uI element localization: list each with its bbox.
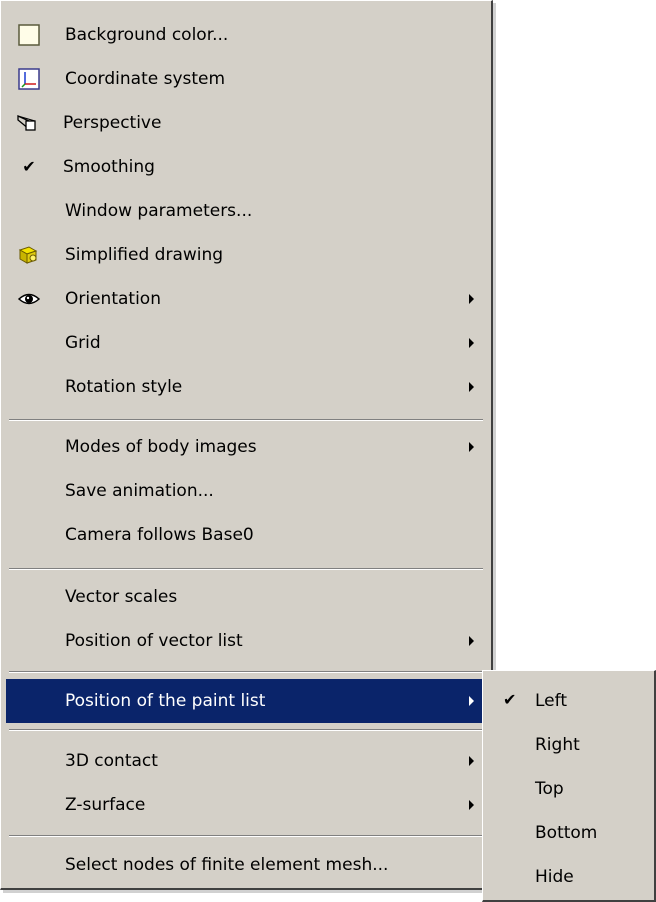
menu-item-label: Select nodes of finite element mesh... [65,855,389,875]
menu-item-vector-scales[interactable]: Vector scales [6,579,486,615]
submenu-arrow-icon [469,636,474,646]
submenu-item-label: Left [535,691,567,711]
menu-item-rotation-style[interactable]: Rotation style [6,369,486,405]
menu-item-label: Window parameters... [65,201,253,221]
submenu-arrow-icon [469,442,474,452]
menu-item-label: Rotation style [65,377,183,397]
menu-item-label: Perspective [63,113,162,133]
menu-item-perspective[interactable]: Perspective [6,105,486,141]
menu-item-position-of-vector-list[interactable]: Position of vector list [6,623,486,659]
menu-separator [9,729,483,731]
menu-item-position-of-the-paint-list[interactable]: Position of the paint list [6,679,486,723]
menu-item-background-color[interactable]: Background color... [6,17,486,53]
menu-item-save-animation[interactable]: Save animation... [6,473,486,509]
menu-item-label: Save animation... [65,481,214,501]
submenu-arrow-icon [469,800,474,810]
menu-item-label: Background color... [65,25,229,45]
menu-item-label: Position of vector list [65,631,243,651]
submenu-item-left[interactable]: ✔ Left [485,681,652,721]
check-icon: ✔ [22,157,36,176]
submenu-arrow-icon [469,294,474,304]
submenu-arrow-icon [469,382,474,392]
menu-item-label: Modes of body images [65,437,257,457]
submenu-item-hide[interactable]: Hide [485,857,652,897]
menu-separator [9,568,483,570]
submenu-item-label: Hide [535,867,574,887]
menu-item-3d-contact[interactable]: 3D contact [6,743,486,779]
submenu-item-label: Top [535,779,564,799]
menu-item-smoothing[interactable]: ✔ Smoothing [6,149,486,185]
context-menu: Background color... Coordinate system Pe… [0,0,493,890]
menu-item-simplified-drawing[interactable]: Simplified drawing [6,237,486,273]
menu-item-label: Coordinate system [65,69,226,89]
check-icon: ✔ [503,690,517,709]
menu-item-coordinate-system[interactable]: Coordinate system [6,61,486,97]
submenu-item-bottom[interactable]: Bottom [485,813,652,853]
menu-item-label: Smoothing [63,157,155,177]
menu-separator [9,419,483,421]
color-swatch-icon [18,24,40,46]
menu-separator [9,835,483,837]
menu-item-grid[interactable]: Grid [6,325,486,361]
menu-separator [9,671,483,673]
menu-item-label: Simplified drawing [65,245,224,265]
submenu-arrow-icon [469,338,474,348]
menu-item-label: Position of the paint list [65,691,266,711]
menu-item-label: Z-surface [65,795,146,815]
axes-icon [18,68,40,90]
simplified-drawing-icon [17,244,39,266]
submenu-arrow-icon [469,756,474,766]
menu-item-label: Camera follows Base0 [65,525,254,545]
menu-item-label: Grid [65,333,101,353]
menu-item-orientation[interactable]: Orientation [6,281,486,317]
menu-item-z-surface[interactable]: Z-surface [6,787,486,823]
menu-item-label: Vector scales [65,587,178,607]
submenu-arrow-icon [469,696,474,706]
eye-icon [18,288,40,310]
paint-list-position-submenu: ✔ Left Right Top Bottom Hide [482,670,656,902]
submenu-item-right[interactable]: Right [485,725,652,765]
menu-item-modes-of-body-images[interactable]: Modes of body images [6,429,486,465]
submenu-item-label: Bottom [535,823,598,843]
menu-item-label: 3D contact [65,751,158,771]
menu-item-select-nodes[interactable]: Select nodes of finite element mesh... [6,847,486,883]
menu-item-window-parameters[interactable]: Window parameters... [6,193,486,229]
menu-item-camera-follows-base0[interactable]: Camera follows Base0 [6,517,486,553]
submenu-item-label: Right [535,735,580,755]
perspective-icon [16,112,38,134]
menu-item-label: Orientation [65,289,161,309]
submenu-item-top[interactable]: Top [485,769,652,809]
